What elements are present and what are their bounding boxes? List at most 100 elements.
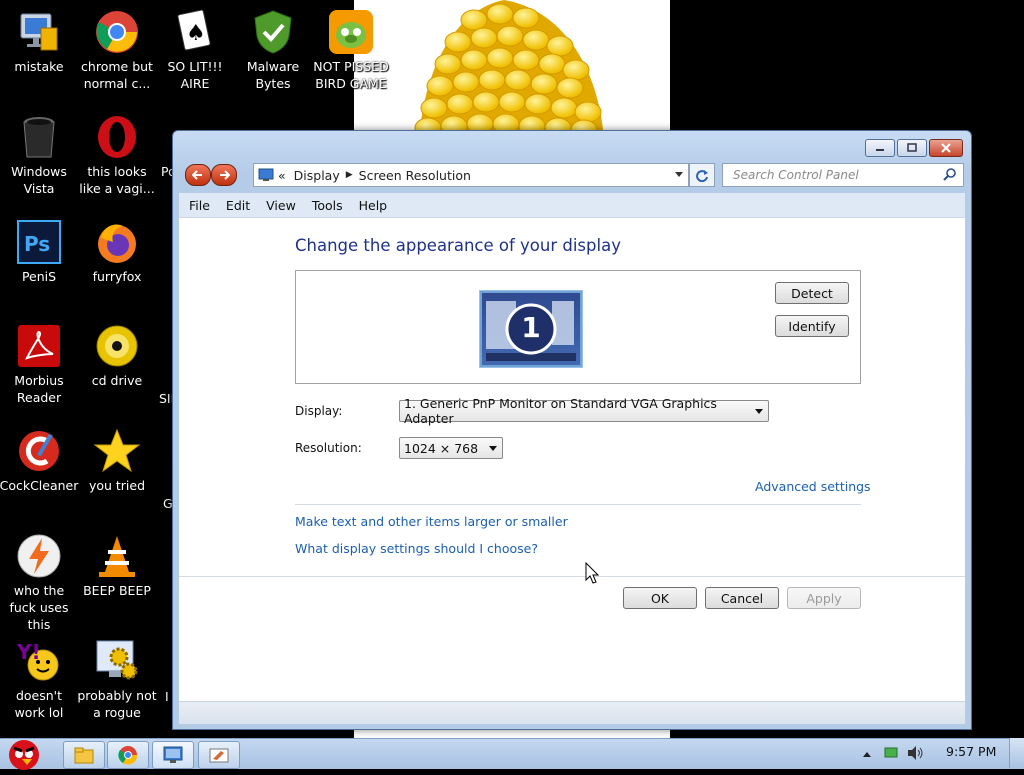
desktop-icon-furryfox[interactable]: furryfox (77, 212, 157, 285)
menu-help[interactable]: Help (349, 198, 394, 213)
star-icon (93, 427, 141, 475)
chrome-icon (93, 8, 141, 56)
search-placeholder: Search Control Panel (733, 168, 859, 182)
yahoo-messenger-icon: Y! (15, 637, 63, 685)
desktop-icon-not-a-rogue[interactable]: probably not a rogue (77, 631, 157, 721)
corn-wallpaper-image (414, 0, 604, 140)
photoshop-icon: Ps (15, 218, 63, 266)
ok-button[interactable]: OK (623, 587, 697, 609)
breadcrumb-item-display[interactable]: Display (294, 168, 340, 183)
refresh-button[interactable] (689, 163, 715, 187)
paint-icon (209, 748, 229, 763)
address-bar[interactable]: « Display ▶ Screen Resolution (253, 163, 689, 187)
desktop-icon-label: mistake (14, 59, 64, 74)
desktop-icon-doesnt-work[interactable]: Y! doesn't work lol (0, 631, 79, 721)
desktop-icon-who-uses-this[interactable]: who the fuck uses this (0, 526, 79, 633)
desktop-icon-malware-bytes[interactable]: Malware Bytes (233, 2, 313, 92)
ccleaner-icon (15, 427, 63, 475)
desktop-icon-solitaire[interactable]: ♠ SO LIT!!! AIRE (155, 2, 235, 92)
desktop-icon-label: PeniS (21, 269, 57, 284)
show-desktop-button[interactable] (1009, 738, 1024, 768)
desktop-icon-label: furryfox (92, 269, 142, 284)
explorer-folder-icon (74, 747, 94, 764)
menu-file[interactable]: File (179, 198, 216, 213)
desktop-icon-label: Windows Vista (11, 164, 67, 196)
network-icon (884, 747, 898, 758)
taskbar-paint[interactable] (198, 741, 240, 769)
maximize-button[interactable] (897, 139, 927, 157)
bird-game-icon (327, 8, 375, 56)
opera-icon (93, 113, 141, 161)
display-settings-help-link[interactable]: What display settings should I choose? (295, 541, 538, 556)
close-button[interactable] (929, 139, 963, 157)
start-button[interactable] (2, 735, 48, 771)
show-hidden-icons[interactable] (862, 747, 872, 761)
desktop-icon-opera[interactable]: this looks like a vagi... (77, 107, 157, 197)
monitor-1-tile[interactable]: 1 (480, 291, 582, 367)
text-size-link[interactable]: Make text and other items larger or smal… (295, 514, 568, 529)
desktop-icon-mistake[interactable]: mistake (0, 2, 79, 75)
desktop-icon-chrome[interactable]: chrome but normal c... (77, 2, 157, 92)
taskbar-control-panel[interactable] (152, 741, 194, 769)
resolution-select-value: 1024 × 768 (404, 440, 479, 456)
desktop-icon-cd-drive[interactable]: cd drive (77, 316, 157, 389)
monitor-number: 1 (521, 311, 541, 344)
taskbar-explorer[interactable] (63, 741, 105, 769)
breadcrumb-overflow[interactable]: « (278, 168, 286, 183)
svg-text:Ps: Ps (24, 232, 50, 256)
desktop-icon-windows-vista[interactable]: Windows Vista (0, 107, 79, 197)
desktop-icon-penis[interactable]: Ps PeniS (0, 212, 79, 285)
desktop-icon-cockcleaner[interactable]: CockCleaner (0, 421, 79, 494)
cd-icon (93, 322, 141, 370)
search-icon[interactable] (943, 168, 957, 182)
menu-bar: File Edit View Tools Help (179, 193, 965, 217)
back-button[interactable] (185, 164, 211, 186)
chevron-up-icon (863, 752, 871, 757)
desktop-icon-you-tried[interactable]: you tried (77, 421, 157, 494)
display-label: Display: (295, 404, 343, 418)
identify-button[interactable]: Identify (775, 315, 849, 337)
chevron-down-icon[interactable] (675, 172, 683, 177)
desktop-icon-label: NOT PISSED BIRD GAME (313, 59, 389, 91)
menu-view[interactable]: View (256, 198, 302, 213)
apply-button[interactable]: Apply (787, 587, 861, 609)
minimize-button[interactable] (865, 139, 895, 157)
partial-icon-label: I (165, 689, 169, 704)
angry-bird-start-icon (9, 740, 39, 770)
minimize-icon (876, 149, 884, 151)
cancel-button[interactable]: Cancel (705, 587, 779, 609)
control-panel-icon (163, 746, 183, 763)
forward-button[interactable] (211, 164, 237, 186)
back-arrow-icon (192, 170, 202, 180)
taskbar-clock[interactable]: 9:57 PM (946, 744, 996, 759)
acrobat-icon (15, 322, 63, 370)
breadcrumb-item-screen-resolution[interactable]: Screen Resolution (359, 168, 471, 183)
desktop-icon-morbius-reader[interactable]: Morbius Reader (0, 316, 79, 406)
menu-tools[interactable]: Tools (302, 198, 349, 213)
chrome-icon (118, 746, 138, 765)
svg-text:♠: ♠ (186, 21, 206, 46)
status-bar (179, 701, 965, 724)
winamp-icon (15, 532, 63, 580)
resolution-label: Resolution: (295, 441, 362, 455)
page-title: Change the appearance of your display (295, 236, 621, 255)
settings-gears-icon (93, 637, 141, 685)
desktop-icon-beep-beep[interactable]: BEEP BEEP (77, 526, 157, 599)
desktop-icon-label: CockCleaner (0, 478, 79, 493)
resolution-select[interactable]: 1024 × 768 (399, 437, 503, 459)
menu-edit[interactable]: Edit (216, 198, 256, 213)
desktop-icon-bird-game[interactable]: NOT PISSED BIRD GAME (311, 2, 391, 92)
search-input[interactable]: Search Control Panel (722, 163, 964, 187)
advanced-settings-link[interactable]: Advanced settings (755, 479, 871, 494)
chevron-down-icon (489, 446, 497, 451)
desktop-icon-label: this looks like a vagi... (79, 164, 155, 196)
desktop-icon-label: cd drive (91, 373, 143, 388)
tray-network[interactable] (884, 747, 898, 762)
desktop-icon-label: chrome but normal c... (81, 59, 153, 91)
tray-volume[interactable] (906, 745, 924, 764)
desktop-icon-label: you tried (88, 478, 146, 493)
detect-button[interactable]: Detect (775, 282, 849, 304)
maximize-icon (907, 143, 917, 152)
display-select[interactable]: 1. Generic PnP Monitor on Standard VGA G… (399, 396, 769, 426)
taskbar-chrome[interactable] (107, 741, 149, 769)
